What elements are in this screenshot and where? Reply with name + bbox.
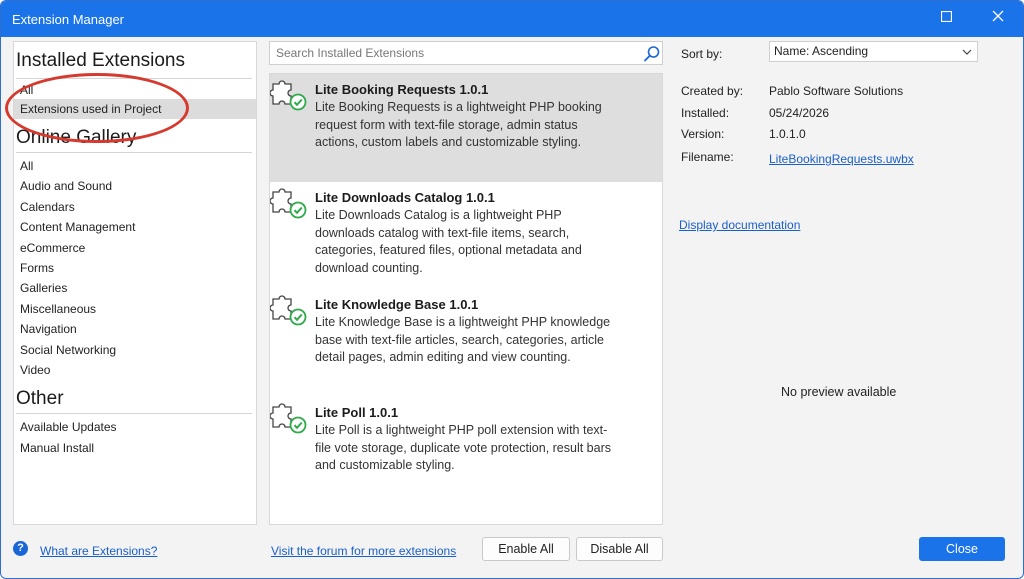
visit-forum-link[interactable]: Visit the forum for more extensions [271,544,456,558]
extension-list[interactable]: Lite Booking Requests 1.0.1 Lite Booking… [269,73,663,525]
installed-extensions-heading: Installed Extensions [16,50,185,71]
nav-gallery-all[interactable]: All [14,156,256,176]
extension-name: Lite Downloads Catalog 1.0.1 [315,190,495,205]
extension-description: Lite Knowledge Base is a lightweight PHP… [315,315,611,364]
maximize-icon [940,10,952,22]
extension-description: Lite Poll is a lightweight PHP poll exte… [315,423,611,472]
details-panel: Sort by: Name: Ascending Created by: Pab… [669,37,1023,527]
nav-gallery-galleries[interactable]: Galleries [14,278,256,298]
divider [16,152,252,153]
list-item-lite-poll[interactable]: Lite Poll 1.0.1 Lite Poll is a lightweig… [270,397,662,505]
close-window-button[interactable] [975,1,1021,31]
version-value: 1.0.1.0 [769,127,806,141]
no-preview-text: No preview available [781,385,897,399]
nav-gallery-misc[interactable]: Miscellaneous [14,299,256,319]
nav-gallery-ecommerce[interactable]: eCommerce [14,238,256,258]
nav-gallery-calendars[interactable]: Calendars [14,197,256,217]
list-item-lite-knowledge-base[interactable]: Lite Knowledge Base 1.0.1 Lite Knowledge… [270,289,662,397]
window-title: Extension Manager [12,12,125,27]
nav-installed-all[interactable]: All [14,80,256,100]
online-gallery-heading: Online Gallery [16,127,137,148]
list-item-lite-booking-requests[interactable]: Lite Booking Requests 1.0.1 Lite Booking… [270,74,662,182]
enable-all-button[interactable]: Enable All [482,537,570,561]
puzzle-check-icon [270,403,307,434]
filename-label: Filename: [681,150,734,164]
question-icon[interactable]: ? [13,541,28,556]
nav-manual-install[interactable]: Manual Install [14,438,256,458]
extension-name: Lite Knowledge Base 1.0.1 [315,297,479,312]
other-heading: Other [16,388,64,409]
extension-name: Lite Poll 1.0.1 [315,405,399,420]
display-documentation-link[interactable]: Display documentation [679,218,800,232]
nav-gallery-video[interactable]: Video [14,360,256,380]
search-icon[interactable] [643,45,661,63]
installed-label: Installed: [681,106,730,120]
extension-description: Lite Booking Requests is a lightweight P… [315,100,602,149]
list-item-lite-downloads-catalog[interactable]: Lite Downloads Catalog 1.0.1 Lite Downlo… [270,182,662,289]
installed-value: 05/24/2026 [769,106,830,120]
sort-dropdown[interactable]: Name: Ascending [769,41,978,62]
puzzle-check-icon [270,295,307,326]
nav-available-updates[interactable]: Available Updates [14,417,256,437]
close-icon [992,10,1004,22]
divider [16,413,252,414]
extension-manager-window: Extension Manager Installed Extensions A… [0,0,1024,579]
nav-gallery-navigation[interactable]: Navigation [14,319,256,339]
search-box [269,41,663,65]
nav-gallery-cms[interactable]: Content Management [14,217,256,237]
search-input[interactable] [270,42,630,64]
sort-label: Sort by: [681,47,723,61]
divider [16,78,252,79]
maximize-button[interactable] [923,1,969,31]
created-by-label: Created by: [681,84,744,98]
category-panel: Installed Extensions All Extensions used… [13,41,257,525]
title-bar: Extension Manager [1,1,1023,37]
nav-gallery-social[interactable]: Social Networking [14,340,256,360]
what-are-extensions-link[interactable]: What are Extensions? [40,544,157,558]
version-label: Version: [681,127,725,141]
extension-name: Lite Booking Requests 1.0.1 [315,82,489,97]
nav-gallery-audio[interactable]: Audio and Sound [14,176,256,196]
nav-installed-used-in-project[interactable]: Extensions used in Project [14,99,256,119]
sort-value: Name: Ascending [774,44,869,58]
close-button[interactable]: Close [919,537,1005,561]
nav-gallery-forms[interactable]: Forms [14,258,256,278]
created-by-value: Pablo Software Solutions [769,84,904,98]
puzzle-check-icon [270,188,307,219]
disable-all-button[interactable]: Disable All [576,537,663,561]
puzzle-check-icon [270,80,307,111]
filename-link[interactable]: LiteBookingRequests.uwbx [769,152,914,166]
extension-description: Lite Downloads Catalog is a lightweight … [315,208,582,275]
chevron-down-icon [962,49,972,55]
